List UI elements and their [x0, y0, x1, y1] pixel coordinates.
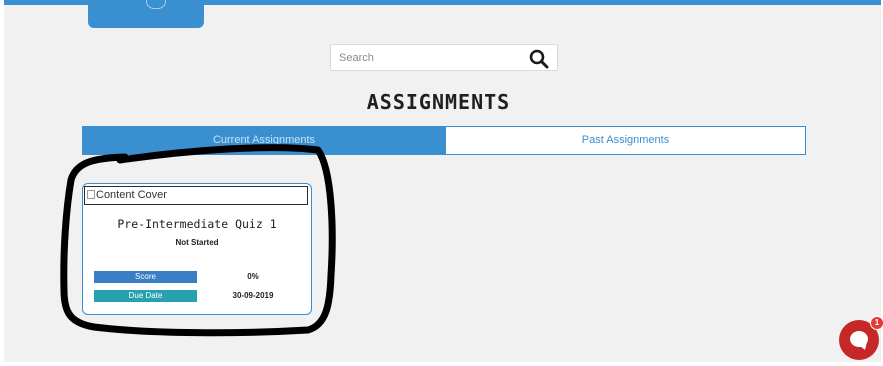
- content-cover-image: Content Cover: [84, 186, 308, 205]
- school-logo-icon: [146, 0, 166, 9]
- broken-image-icon: [87, 190, 95, 199]
- tab-past-assignments[interactable]: Past Assignments: [445, 127, 805, 154]
- due-date-value: 30-09-2019: [205, 290, 301, 302]
- search-icon[interactable]: [528, 48, 550, 70]
- due-date-label: Due Date: [94, 290, 197, 302]
- content-cover-alt: Content Cover: [96, 189, 167, 201]
- assignment-title: Pre-Intermediate Quiz 1: [117, 217, 277, 231]
- logo-tab[interactable]: [88, 0, 204, 28]
- assignment-tabs: Current Assignments Past Assignments: [82, 126, 806, 155]
- assignment-status: Not Started: [175, 238, 219, 247]
- score-label: Score: [94, 271, 197, 283]
- page-title: ASSIGNMENTS: [366, 90, 511, 114]
- search-input[interactable]: [331, 45, 519, 70]
- assignment-card[interactable]: Content Cover Pre-Intermediate Quiz 1 No…: [82, 183, 312, 315]
- search-box: [330, 44, 558, 71]
- chat-notification-badge: 1: [870, 316, 883, 330]
- chat-icon-tail: [859, 342, 869, 352]
- tab-current-assignments[interactable]: Current Assignments: [83, 127, 445, 154]
- score-value: 0%: [205, 271, 301, 283]
